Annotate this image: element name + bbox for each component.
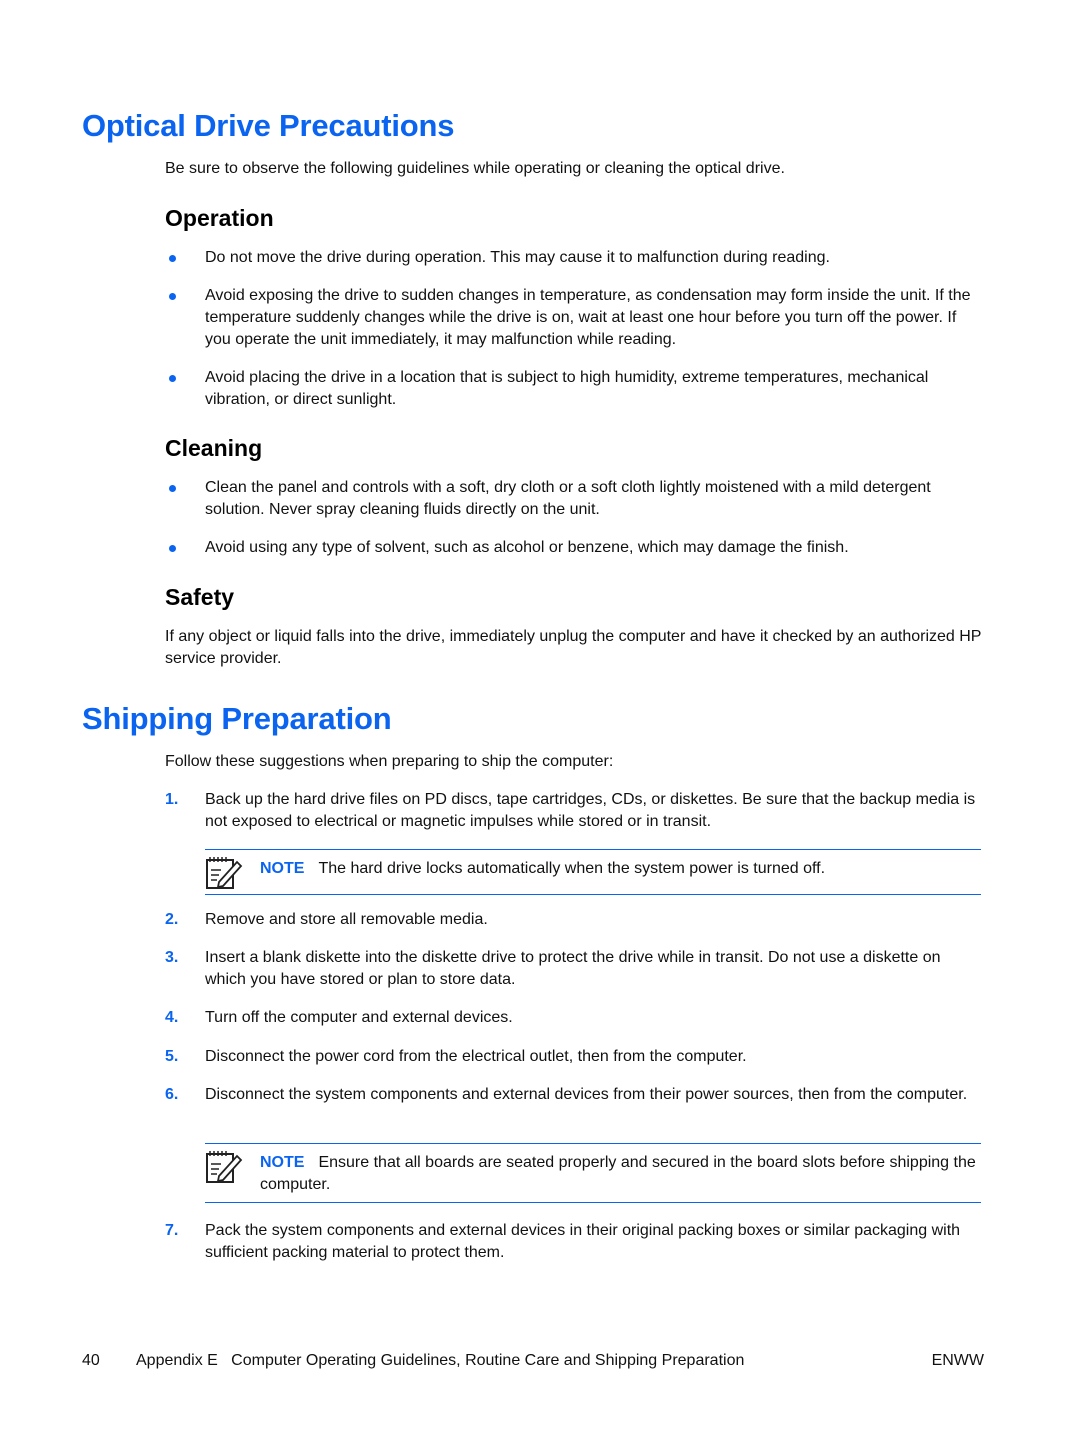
note-pencil-icon <box>205 854 243 895</box>
note-pencil-icon <box>205 1148 243 1189</box>
bullet-icon <box>169 485 176 492</box>
list-item-text: Do not move the drive during operation. … <box>205 249 830 266</box>
safety-text: If any object or liquid falls into the d… <box>165 628 982 667</box>
step-text: Pack the system components and external … <box>205 1222 961 1261</box>
note-content: NOTE The hard drive locks automatically w… <box>260 858 981 880</box>
section-intro: Be sure to observe the following guideli… <box>165 160 785 177</box>
subheading-cleaning: Cleaning <box>165 435 263 461</box>
step-text: Remove and store all removable media. <box>205 911 488 928</box>
note-box: NOTE Ensure that all boards are seated pr… <box>205 1143 981 1203</box>
step-text: Disconnect the power cord from the elect… <box>205 1048 747 1065</box>
note-label: NOTE <box>260 1154 305 1171</box>
note-label: NOTE <box>260 860 305 877</box>
step-text: Insert a blank diskette into the diskett… <box>205 949 941 988</box>
note-content: NOTE Ensure that all boards are seated pr… <box>260 1152 981 1196</box>
step-number: 1. <box>165 791 179 808</box>
bullet-icon <box>169 255 176 262</box>
note-text: The hard drive locks automatically when … <box>318 860 826 877</box>
footer-locale: ENWW <box>931 1352 984 1369</box>
page-number: 40 <box>82 1352 100 1369</box>
step-number: 5. <box>165 1048 179 1065</box>
bullet-icon <box>169 293 176 300</box>
list-item-text: Avoid using any type of solvent, such as… <box>205 539 849 556</box>
list-item-text: Avoid exposing the drive to sudden chang… <box>205 287 971 348</box>
step-text: Back up the hard drive files on PD discs… <box>205 791 976 830</box>
list-item-text: Clean the panel and controls with a soft… <box>205 479 931 518</box>
footer-chapter: Appendix E Computer Operating Guidelines… <box>136 1352 745 1369</box>
subheading-operation: Operation <box>165 205 274 231</box>
step-number: 3. <box>165 949 179 966</box>
note-text: Ensure that all boards are seated proper… <box>260 1154 976 1193</box>
step-text: Disconnect the system components and ext… <box>205 1086 968 1103</box>
step-number: 7. <box>165 1222 179 1239</box>
bullet-icon <box>169 545 176 552</box>
step-number: 4. <box>165 1009 179 1026</box>
section-title-shipping-preparation: Shipping Preparation <box>82 701 392 736</box>
section-title-optical-drive-precautions: Optical Drive Precautions <box>82 108 455 143</box>
step-number: 6. <box>165 1086 179 1103</box>
step-text: Turn off the computer and external devic… <box>205 1009 513 1026</box>
step-number: 2. <box>165 911 179 928</box>
bullet-icon <box>169 375 176 382</box>
list-item-text: Avoid placing the drive in a location th… <box>205 369 929 408</box>
section-intro: Follow these suggestions when preparing … <box>165 753 614 770</box>
note-box: NOTE The hard drive locks automatically w… <box>205 849 981 895</box>
subheading-safety: Safety <box>165 584 235 610</box>
